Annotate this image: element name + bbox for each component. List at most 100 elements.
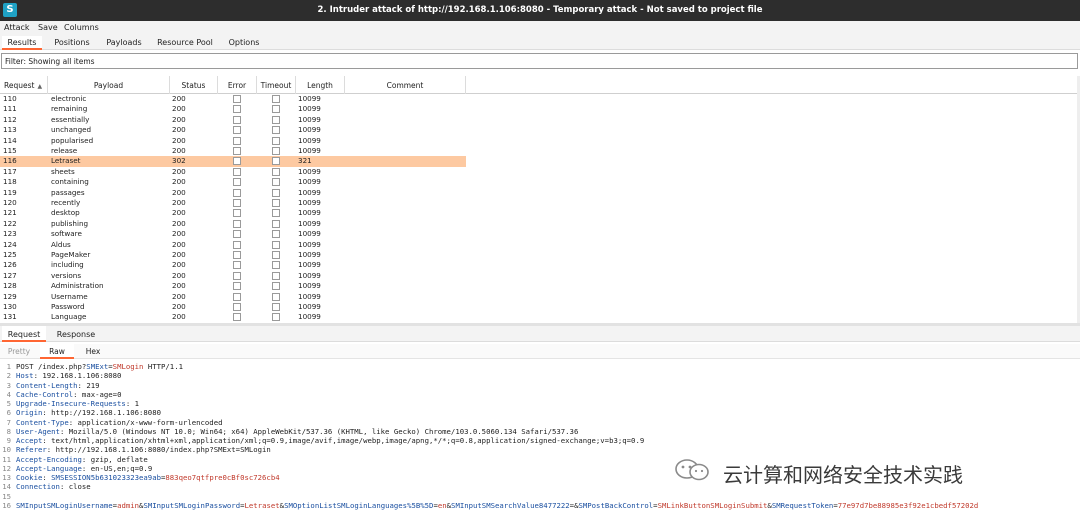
tab-pretty[interactable]: Pretty [2,344,36,359]
table-row[interactable]: 114 popularised 200 10099 [0,136,1080,146]
timeout-checkbox[interactable] [272,313,280,322]
line-text: Cache-Control: max-age=0 [16,390,121,399]
timeout-checkbox[interactable] [272,292,280,301]
timeout-checkbox[interactable] [272,95,280,103]
error-checkbox[interactable] [233,240,241,249]
table-row[interactable]: 124 Aldus 200 10099 [0,240,1080,250]
error-checkbox[interactable] [233,251,241,259]
table-row[interactable]: 123 software 200 10099 [0,229,1080,239]
tab-positions[interactable]: Positions [50,36,94,50]
error-checkbox[interactable] [233,147,241,155]
filter-label: Filter: Showing all items [5,57,95,66]
table-row[interactable]: 126 including 200 10099 [0,260,1080,270]
error-checkbox[interactable] [233,115,241,124]
error-checkbox[interactable] [233,157,241,166]
cell-payload: Language [51,312,87,322]
table-row[interactable]: 116 Letraset 302 321 [0,156,1080,167]
timeout-checkbox[interactable] [272,157,280,166]
error-checkbox[interactable] [233,178,241,187]
tab-results[interactable]: Results [2,36,42,50]
timeout-checkbox[interactable] [272,167,280,176]
column-header-payload[interactable]: Payload [48,76,170,94]
timeout-checkbox[interactable] [272,136,280,145]
timeout-checkbox[interactable] [272,105,280,114]
menu-save[interactable]: Save [38,23,58,32]
error-checkbox[interactable] [233,136,241,145]
cell-status: 200 [172,302,186,311]
timeout-checkbox[interactable] [272,240,280,249]
menu-attack[interactable]: Attack [4,23,30,32]
column-header-timeout[interactable]: Timeout [257,76,296,94]
error-checkbox[interactable] [233,292,241,301]
column-header-length[interactable]: Length [296,76,345,94]
error-checkbox[interactable] [233,261,241,270]
error-checkbox[interactable] [233,199,241,207]
timeout-checkbox[interactable] [272,199,280,207]
cell-request: 120 [3,198,17,207]
cell-length: 10099 [298,198,321,207]
filter-bar[interactable]: Filter: Showing all items [1,53,1078,69]
tab-request[interactable]: Request [2,326,46,342]
timeout-checkbox[interactable] [272,188,280,197]
line-text: SMInputSMLoginUsername=admin&SMInputSMLo… [16,501,978,510]
table-row[interactable]: 129 Username 200 10099 [0,292,1080,302]
menu-columns[interactable]: Columns [64,23,99,32]
error-checkbox[interactable] [233,313,241,322]
timeout-checkbox[interactable] [272,282,280,291]
column-header-request[interactable]: Request ▲ [0,76,48,94]
timeout-checkbox[interactable] [272,303,280,311]
table-row[interactable]: 130 Password 200 10099 [0,302,1080,312]
timeout-checkbox[interactable] [272,219,280,228]
table-row[interactable]: 125 PageMaker 200 10099 [0,250,1080,260]
column-header-error[interactable]: Error [218,76,257,94]
request-line: 2 Host: 192.168.1.106:8080 [0,371,1080,380]
tab-resource-pool[interactable]: Resource Pool [154,36,216,50]
timeout-checkbox[interactable] [272,271,280,280]
column-header-status[interactable]: Status [170,76,218,94]
tab-payloads[interactable]: Payloads [102,36,146,50]
tab-response[interactable]: Response [52,326,100,342]
error-checkbox[interactable] [233,188,241,197]
timeout-checkbox[interactable] [272,251,280,259]
error-checkbox[interactable] [233,105,241,114]
table-row[interactable]: 118 containing 200 10099 [0,177,1080,187]
table-row[interactable]: 128 Administration 200 10099 [0,281,1080,291]
request-editor[interactable]: 1 POST /index.php?SMExt=SMLogin HTTP/1.1 2… [0,360,1080,518]
line-number: 1 [6,362,11,371]
cell-status: 200 [172,250,186,259]
table-row[interactable]: 111 remaining 200 10099 [0,104,1080,114]
tab-raw[interactable]: Raw [40,344,74,359]
table-row[interactable]: 113 unchanged 200 10099 [0,125,1080,135]
timeout-checkbox[interactable] [272,178,280,187]
timeout-checkbox[interactable] [272,230,280,239]
error-checkbox[interactable] [233,219,241,228]
table-row[interactable]: 122 publishing 200 10099 [0,219,1080,229]
error-checkbox[interactable] [233,282,241,291]
table-row[interactable]: 131 Language 200 10099 [0,312,1080,322]
cell-length: 10099 [298,177,321,187]
timeout-checkbox[interactable] [272,261,280,270]
table-row[interactable]: 115 release 200 10099 [0,146,1080,156]
error-checkbox[interactable] [233,209,241,218]
table-row[interactable]: 119 passages 200 10099 [0,188,1080,198]
error-checkbox[interactable] [233,95,241,103]
table-row[interactable]: 127 versions 200 10099 [0,271,1080,281]
table-row[interactable]: 120 recently 200 10099 [0,198,1080,208]
tab-options[interactable]: Options [224,36,264,50]
timeout-checkbox[interactable] [272,147,280,155]
column-header-comment[interactable]: Comment [345,76,466,94]
table-row[interactable]: 112 essentially 200 10099 [0,115,1080,125]
error-checkbox[interactable] [233,167,241,176]
cell-payload: passages [51,187,85,197]
timeout-checkbox[interactable] [272,209,280,218]
tab-hex[interactable]: Hex [78,344,108,359]
table-row[interactable]: 121 desktop 200 10099 [0,208,1080,218]
error-checkbox[interactable] [233,303,241,311]
error-checkbox[interactable] [233,230,241,239]
error-checkbox[interactable] [233,271,241,280]
timeout-checkbox[interactable] [272,126,280,135]
error-checkbox[interactable] [233,126,241,135]
table-row[interactable]: 117 sheets 200 10099 [0,167,1080,177]
timeout-checkbox[interactable] [272,115,280,124]
table-row[interactable]: 110 electronic 200 10099 [0,94,1080,104]
